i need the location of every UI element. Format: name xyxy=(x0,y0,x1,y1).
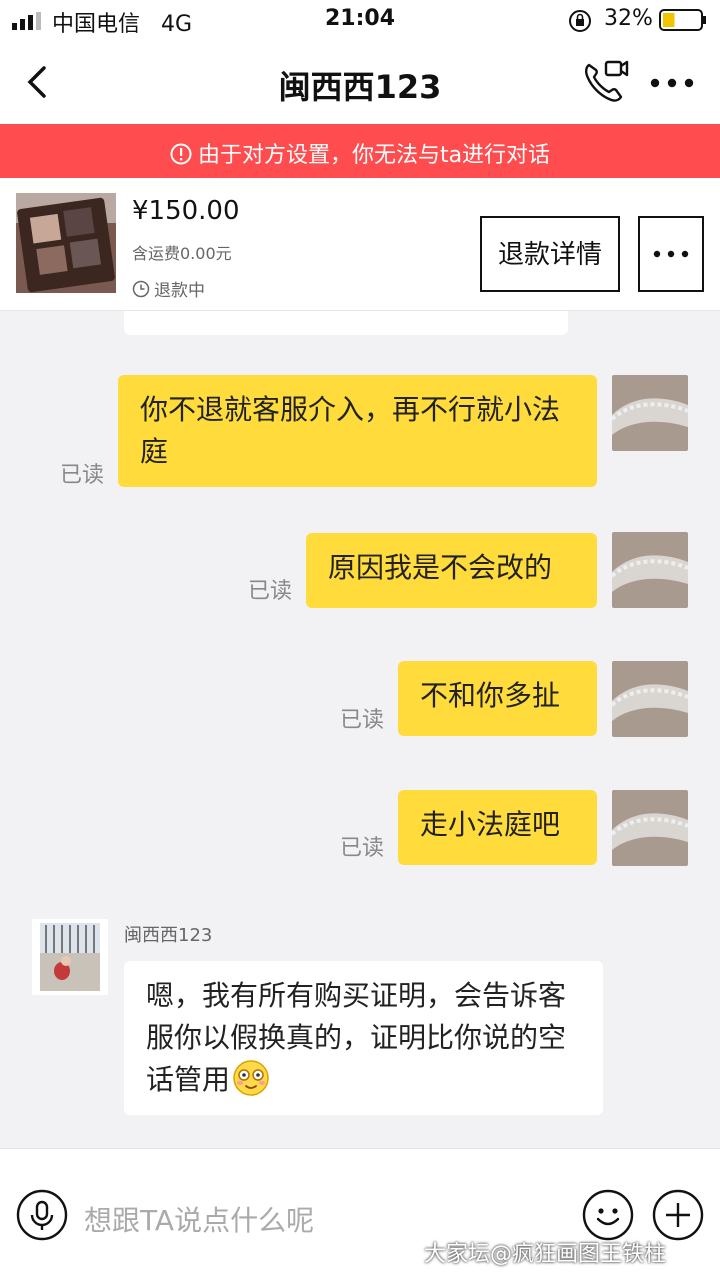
nav-bar: 闽西西123 xyxy=(0,40,720,124)
alert-icon xyxy=(170,143,192,165)
watermark: 大家坛@疯狂画图王铁柱 xyxy=(424,1242,667,1267)
status-bar: 中国电信 4G 21:04 32% xyxy=(0,0,720,40)
battery-icon xyxy=(659,9,706,31)
message-bubble[interactable]: 嗯，我有所有购买证明，会告诉客服你以假换真的，证明比你说的空话管用 xyxy=(124,961,603,1115)
message-bubble[interactable]: 不和你多扯 xyxy=(398,661,597,736)
message-bubble[interactable]: 走小法庭吧 xyxy=(398,790,597,865)
chat-area[interactable]: 已读 你不退就客服介入，再不行就小法庭 已读 原因我是不会改的 已读 不和你多扯… xyxy=(0,311,720,1147)
read-status: 已读 xyxy=(248,579,293,604)
refund-status: 退款中 xyxy=(132,276,205,301)
product-card[interactable]: ¥150.00 含运费0.00元 退款中 退款详情 xyxy=(0,178,720,311)
my-avatar[interactable] xyxy=(612,790,688,866)
plus-icon[interactable] xyxy=(652,1189,704,1241)
my-avatar[interactable] xyxy=(612,661,688,737)
clock-icon xyxy=(132,280,150,298)
message-bubble[interactable]: 原因我是不会改的 xyxy=(306,533,597,608)
emoji-icon[interactable] xyxy=(582,1189,634,1241)
more-dots-icon[interactable] xyxy=(650,78,694,88)
microphone-icon[interactable] xyxy=(16,1189,68,1241)
read-status: 已读 xyxy=(340,708,385,733)
smile-emoji-icon xyxy=(233,1060,269,1096)
my-avatar[interactable] xyxy=(612,375,688,451)
contact-avatar[interactable] xyxy=(32,919,108,995)
notice-banner: 由于对方设置，你无法与ta进行对话 xyxy=(0,124,720,178)
message-bubble[interactable]: 你不退就客服介入，再不行就小法庭 xyxy=(118,375,597,487)
rotation-lock-icon xyxy=(569,10,591,32)
more-dots-icon xyxy=(653,250,689,258)
refund-details-button[interactable]: 退款详情 xyxy=(480,216,620,292)
sender-name: 闽西西123 xyxy=(124,925,213,946)
message-text: 嗯，我有所有购买证明，会告诉客服你以假换真的，证明比你说的空话管用 xyxy=(146,979,567,1096)
my-avatar[interactable] xyxy=(612,532,688,608)
product-more-button[interactable] xyxy=(638,216,704,292)
read-status: 已读 xyxy=(340,836,385,861)
banner-text: 由于对方设置，你无法与ta进行对话 xyxy=(197,143,551,168)
video-call-icon[interactable] xyxy=(580,56,630,106)
shipping-fee: 含运费0.00元 xyxy=(132,244,232,263)
message-input[interactable]: 想跟TA说点什么呢 xyxy=(84,1199,314,1239)
battery-percent: 32% xyxy=(604,6,653,31)
product-thumbnail[interactable] xyxy=(16,193,116,293)
message-bubble-partial xyxy=(124,311,568,335)
read-status: 已读 xyxy=(60,463,105,488)
product-price: ¥150.00 xyxy=(132,196,240,226)
